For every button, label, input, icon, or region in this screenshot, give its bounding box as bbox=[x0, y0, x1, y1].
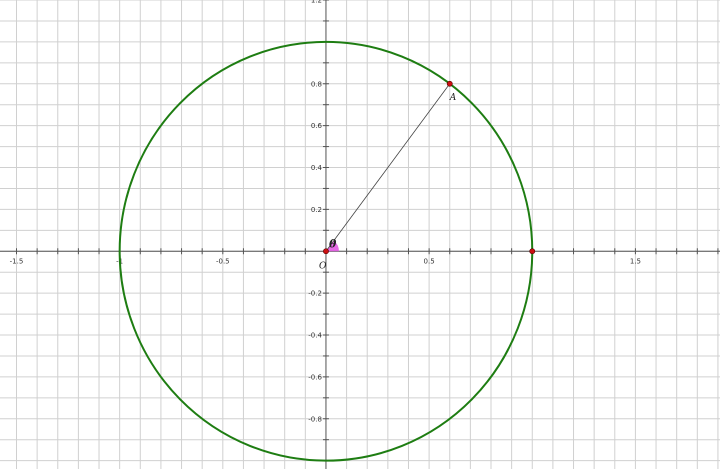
y-tick-label: -0.6 bbox=[308, 373, 322, 381]
y-tick-label: 0.2 bbox=[311, 206, 322, 214]
point-o-label: O bbox=[319, 261, 327, 271]
x-tick-label: -1.5 bbox=[10, 257, 24, 265]
axis-tick-labels: -1.5 -1 -0.5 0.5 1.51.20.80.60.40.2-0.2-0.4-… bbox=[10, 0, 641, 423]
grid bbox=[0, 0, 720, 469]
y-tick-label: -0.4 bbox=[308, 332, 322, 340]
x-tick-label: 1.5 bbox=[630, 257, 641, 265]
y-tick-label: 1.2 bbox=[311, 0, 322, 5]
graph-canvas[interactable]: -1.5 -1 -0.5 0.5 1.51.20.80.60.40.2-0.2-0.4-… bbox=[0, 0, 720, 469]
x-tick-label: -0.5 bbox=[216, 257, 230, 265]
angle-theta-label: θ bbox=[329, 237, 337, 250]
axes bbox=[0, 0, 720, 469]
point-a-label: A bbox=[449, 93, 457, 103]
point-b[interactable] bbox=[529, 248, 536, 255]
x-tick-label: 0.5 bbox=[424, 257, 435, 265]
y-tick-label: 0.4 bbox=[311, 164, 323, 172]
y-tick-label: -0.8 bbox=[308, 415, 322, 423]
point-a[interactable] bbox=[446, 80, 453, 87]
point-o[interactable] bbox=[323, 248, 329, 255]
y-tick-label: -0.2 bbox=[308, 290, 322, 298]
y-tick-label: 0.8 bbox=[311, 80, 322, 88]
y-tick-label: 0.6 bbox=[311, 122, 323, 130]
